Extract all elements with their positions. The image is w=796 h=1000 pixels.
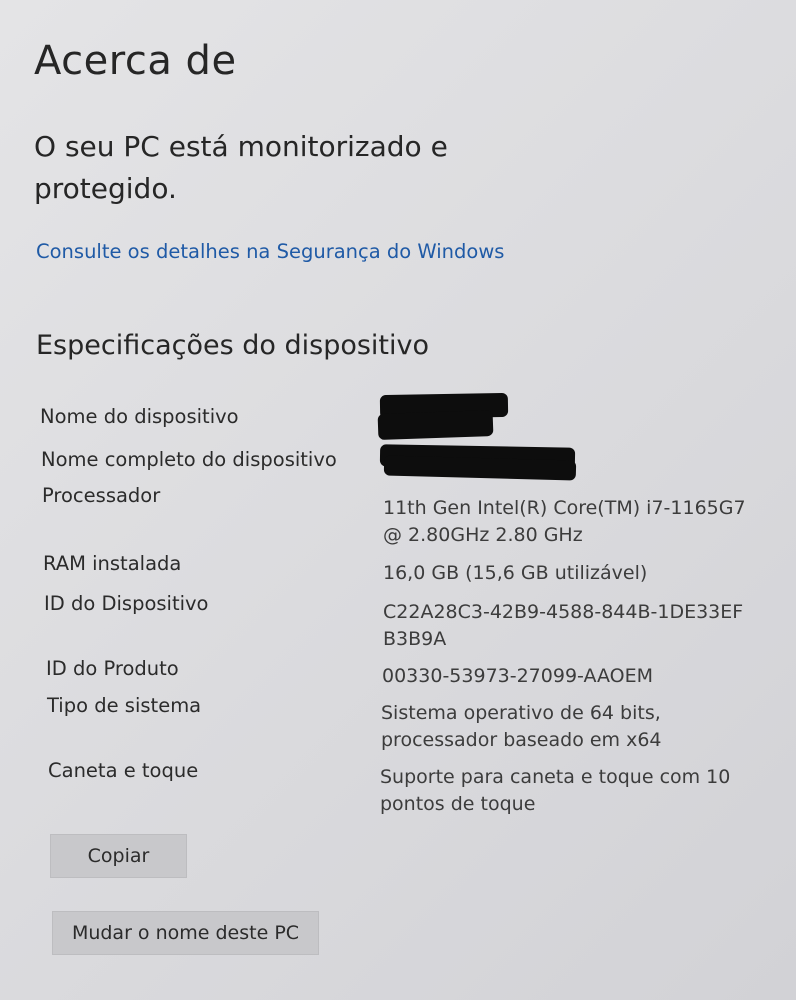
device-id-value: C22A28C3-42B9-4588-844B-1DE33EF B3B9A bbox=[383, 599, 743, 653]
protection-status-line-2: protegido. bbox=[34, 172, 177, 205]
system-type-value-line-2: processador baseado em x64 bbox=[381, 729, 662, 751]
system-type-value-line-1: Sistema operativo de 64 bits, bbox=[381, 702, 661, 724]
protection-status-text: O seu PC está monitorizado e protegido. bbox=[34, 126, 504, 210]
processor-label: Processador bbox=[42, 484, 161, 507]
device-id-label: ID do Dispositivo bbox=[44, 592, 209, 615]
processor-value-line-2: @ 2.80GHz 2.80 GHz bbox=[383, 524, 583, 546]
copy-button[interactable]: Copiar bbox=[50, 834, 187, 878]
device-name-redaction-2 bbox=[377, 410, 494, 440]
pen-touch-label: Caneta e toque bbox=[48, 759, 199, 782]
pen-touch-value-line-2: pontos de toque bbox=[380, 793, 536, 815]
device-name-label: Nome do dispositivo bbox=[40, 405, 239, 428]
full-device-name-label: Nome completo do dispositivo bbox=[41, 448, 337, 471]
product-id-label: ID do Produto bbox=[46, 657, 179, 680]
ram-value: 16,0 GB (15,6 GB utilizável) bbox=[383, 562, 648, 584]
pen-touch-value-line-1: Suporte para caneta e toque com 10 bbox=[380, 766, 731, 788]
protection-status-line-1: O seu PC está monitorizado e bbox=[34, 130, 448, 163]
device-specs-heading: Especificações do dispositivo bbox=[36, 330, 430, 361]
system-type-value: Sistema operativo de 64 bits, processado… bbox=[381, 700, 662, 754]
full-device-name-redaction-2 bbox=[383, 455, 577, 481]
processor-value-line-1: 11th Gen Intel(R) Core(TM) i7-1165G7 bbox=[383, 497, 746, 519]
device-id-value-line-2: B3B9A bbox=[383, 628, 447, 650]
rename-pc-button[interactable]: Mudar o nome deste PC bbox=[52, 911, 319, 955]
processor-value: 11th Gen Intel(R) Core(TM) i7-1165G7 @ 2… bbox=[383, 495, 746, 549]
device-id-value-line-1: C22A28C3-42B9-4588-844B-1DE33EF bbox=[383, 601, 744, 623]
ram-label: RAM instalada bbox=[43, 552, 182, 575]
product-id-value: 00330-53973-27099-AAOEM bbox=[382, 665, 654, 687]
page-title: Acerca de bbox=[34, 38, 237, 84]
windows-security-link[interactable]: Consulte os detalhes na Segurança do Win… bbox=[36, 240, 504, 263]
system-type-label: Tipo de sistema bbox=[47, 694, 202, 717]
pen-touch-value: Suporte para caneta e toque com 10 ponto… bbox=[380, 764, 730, 818]
